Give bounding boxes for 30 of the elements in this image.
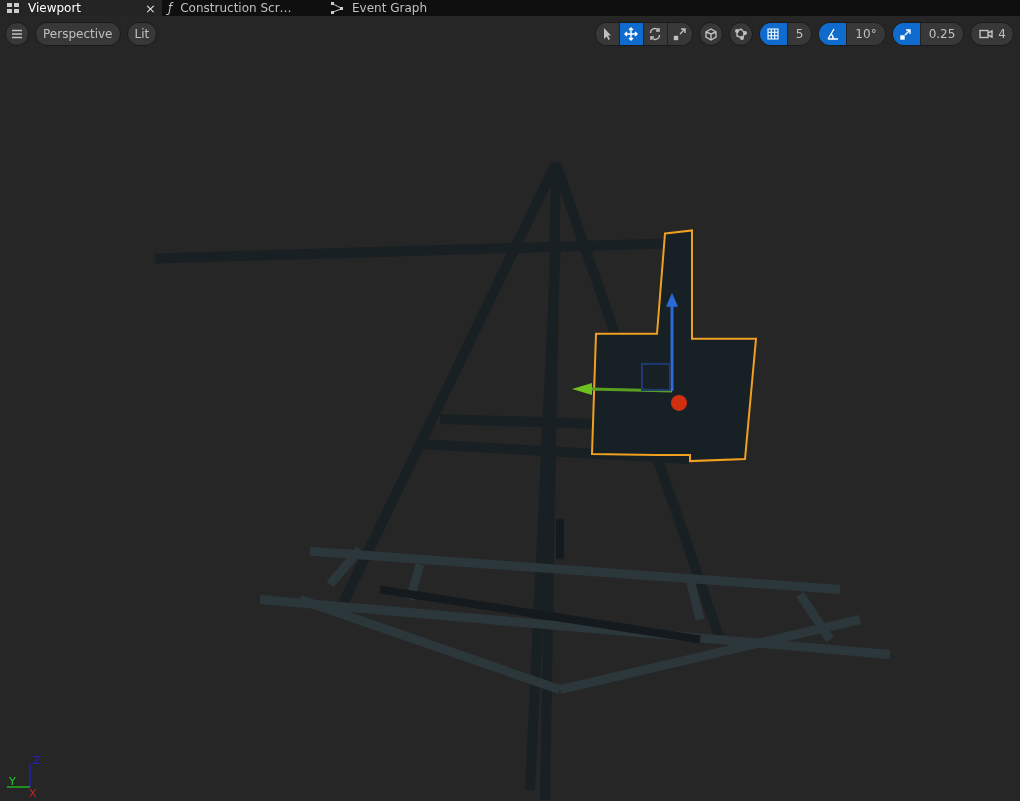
- angle-icon: [825, 27, 840, 41]
- node-graph-icon: [330, 1, 344, 15]
- window-grid-icon: [6, 1, 20, 15]
- close-tab-button[interactable]: ×: [145, 1, 156, 15]
- camera-speed-button[interactable]: 4: [970, 22, 1014, 46]
- axis-indicator-drawing: Z Y X: [3, 752, 43, 798]
- menu-icon: [10, 27, 24, 41]
- move-gizmo-drawing[interactable]: [572, 292, 687, 411]
- rotate-icon: [648, 27, 663, 41]
- view-mode-button[interactable]: Perspective: [35, 22, 121, 46]
- tab[interactable]: Event Graph: [324, 0, 486, 16]
- angle-snap-toggle[interactable]: [819, 23, 848, 45]
- surface-toggle-button[interactable]: [728, 22, 753, 46]
- scale-snap-toggle[interactable]: [892, 23, 921, 45]
- view-mode-button[interactable]: Lit: [126, 22, 158, 46]
- select-tool-button[interactable]: [595, 23, 620, 45]
- move-arrows-icon: [624, 27, 639, 41]
- space-toggle-button[interactable]: [698, 22, 723, 46]
- video-camera-icon: [978, 27, 995, 41]
- scale-icon: [672, 27, 687, 41]
- grid-snap-toggle[interactable]: [759, 23, 788, 45]
- function-icon: ƒ: [168, 0, 173, 17]
- diagonal-arrow-icon: [899, 27, 914, 41]
- cube-axes-icon: [703, 27, 718, 41]
- menu-button[interactable]: [5, 22, 29, 46]
- grid-icon: [766, 27, 781, 41]
- tab[interactable]: Viewport ×: [0, 0, 162, 16]
- snap-points-icon: [733, 27, 748, 41]
- translate-tool-button[interactable]: [619, 23, 644, 45]
- tab[interactable]: ƒ Construction Scr…: [162, 0, 324, 16]
